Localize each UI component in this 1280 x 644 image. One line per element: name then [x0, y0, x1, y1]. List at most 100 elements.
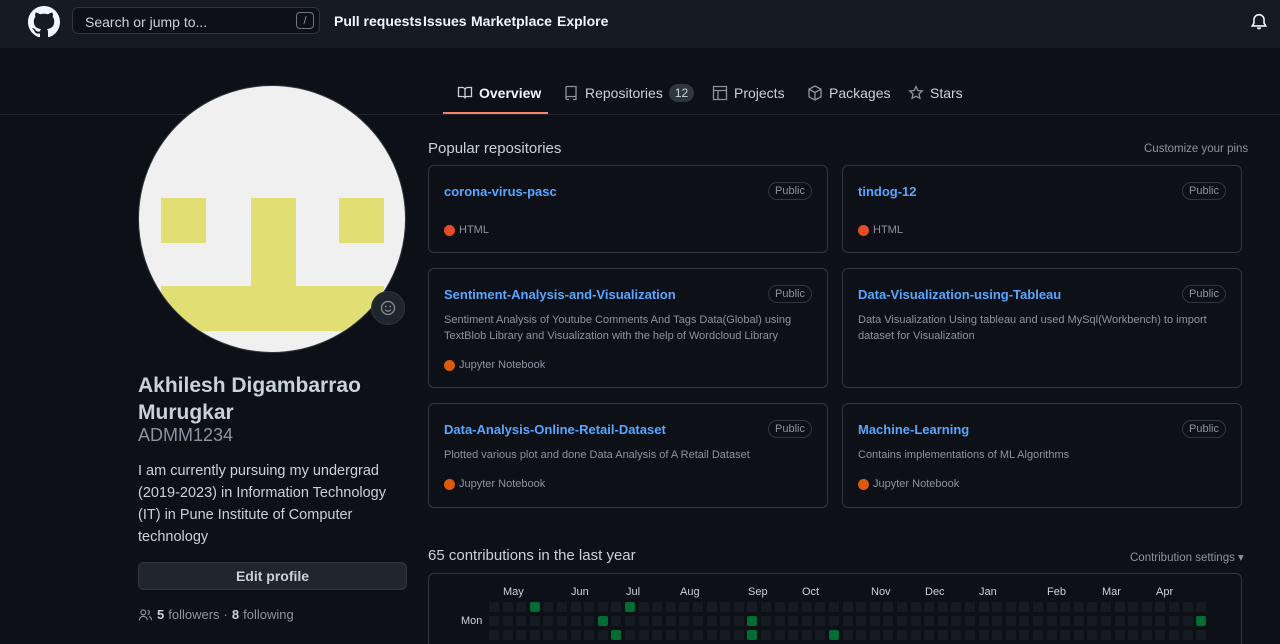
contribution-day-cell[interactable] [1196, 630, 1207, 640]
edit-profile-button[interactable]: Edit profile [138, 562, 407, 590]
contribution-day-cell[interactable] [951, 602, 962, 612]
contribution-day-cell[interactable] [924, 616, 935, 626]
notifications-bell-icon[interactable] [1250, 12, 1268, 32]
contribution-day-cell[interactable] [965, 630, 975, 640]
contribution-day-cell[interactable] [1196, 616, 1207, 626]
repo-name-link[interactable]: Machine-Learning [858, 422, 969, 437]
contribution-day-cell[interactable] [611, 602, 622, 612]
contribution-day-cell[interactable] [652, 616, 663, 626]
contribution-day-cell[interactable] [584, 616, 595, 626]
contribution-day-cell[interactable] [869, 630, 880, 640]
contribution-day-cell[interactable] [1101, 616, 1111, 626]
contribution-day-cell[interactable] [611, 630, 622, 640]
contribution-day-cell[interactable] [1087, 616, 1098, 626]
contribution-day-cell[interactable] [1155, 602, 1166, 612]
repo-name-link[interactable]: corona-virus-pasc [444, 184, 557, 199]
contribution-day-cell[interactable] [557, 616, 567, 626]
contribution-day-cell[interactable] [951, 630, 962, 640]
avatar[interactable] [138, 85, 406, 353]
contribution-day-cell[interactable] [815, 616, 826, 626]
nav-pull-requests[interactable]: Pull requests [334, 13, 422, 29]
contribution-day-cell[interactable] [1101, 602, 1111, 612]
contribution-day-cell[interactable] [761, 616, 771, 626]
contribution-day-cell[interactable] [1169, 630, 1179, 640]
contribution-day-cell[interactable] [665, 616, 676, 626]
contribution-day-cell[interactable] [829, 630, 839, 640]
contribution-day-cell[interactable] [529, 630, 540, 640]
contribution-day-cell[interactable] [1182, 630, 1193, 640]
contribution-day-cell[interactable] [1060, 630, 1071, 640]
contribution-day-cell[interactable] [1101, 630, 1111, 640]
contribution-day-cell[interactable] [693, 616, 703, 626]
contribution-day-cell[interactable] [706, 630, 717, 640]
contribution-day-cell[interactable] [774, 616, 785, 626]
contribution-day-cell[interactable] [570, 630, 581, 640]
contribution-day-cell[interactable] [1019, 616, 1030, 626]
followers-label[interactable]: followers [168, 607, 219, 622]
contribution-day-cell[interactable] [1033, 616, 1043, 626]
contribution-day-cell[interactable] [924, 602, 935, 612]
contribution-day-cell[interactable] [788, 616, 799, 626]
contribution-day-cell[interactable] [1033, 602, 1043, 612]
contribution-day-cell[interactable] [992, 630, 1003, 640]
contribution-day-cell[interactable] [489, 616, 499, 626]
contribution-day-cell[interactable] [992, 616, 1003, 626]
contribution-day-cell[interactable] [978, 630, 989, 640]
contribution-day-cell[interactable] [842, 602, 853, 612]
contribution-day-cell[interactable] [801, 630, 812, 640]
contribution-day-cell[interactable] [774, 602, 785, 612]
contribution-day-cell[interactable] [978, 602, 989, 612]
contribution-day-cell[interactable] [1005, 630, 1016, 640]
contribution-day-cell[interactable] [1073, 630, 1084, 640]
contribution-day-cell[interactable] [733, 616, 744, 626]
contribution-day-cell[interactable] [543, 616, 554, 626]
contribution-day-cell[interactable] [842, 616, 853, 626]
repo-name-link[interactable]: Data-Analysis-Online-Retail-Dataset [444, 422, 666, 437]
contribution-day-cell[interactable] [1046, 616, 1057, 626]
contribution-day-cell[interactable] [557, 630, 567, 640]
repo-name-link[interactable]: Data-Visualization-using-Tableau [858, 287, 1061, 302]
following-count[interactable]: 8 [232, 607, 239, 622]
contribution-day-cell[interactable] [910, 630, 921, 640]
contribution-day-cell[interactable] [1033, 630, 1043, 640]
followers-count[interactable]: 5 [157, 607, 164, 622]
contribution-day-cell[interactable] [516, 630, 527, 640]
contribution-day-cell[interactable] [992, 602, 1003, 612]
contribution-day-cell[interactable] [856, 602, 867, 612]
contribution-day-cell[interactable] [625, 602, 635, 612]
contribution-day-cell[interactable] [910, 616, 921, 626]
nav-explore[interactable]: Explore [557, 13, 608, 29]
contribution-day-cell[interactable] [815, 630, 826, 640]
contribution-day-cell[interactable] [1019, 630, 1030, 640]
contribution-day-cell[interactable] [1087, 630, 1098, 640]
repo-name-link[interactable]: tindog-12 [858, 184, 917, 199]
contribution-day-cell[interactable] [1169, 602, 1179, 612]
contribution-day-cell[interactable] [924, 630, 935, 640]
contribution-day-cell[interactable] [1046, 602, 1057, 612]
contribution-day-cell[interactable] [1155, 630, 1166, 640]
contribution-day-cell[interactable] [883, 602, 894, 612]
contribution-day-cell[interactable] [706, 602, 717, 612]
contribution-day-cell[interactable] [720, 630, 731, 640]
contribution-day-cell[interactable] [1114, 616, 1125, 626]
contribution-day-cell[interactable] [829, 616, 839, 626]
contribution-day-cell[interactable] [733, 630, 744, 640]
tab-packages[interactable]: Packages [807, 70, 890, 115]
contribution-day-cell[interactable] [611, 616, 622, 626]
contribution-day-cell[interactable] [693, 602, 703, 612]
nav-marketplace[interactable]: Marketplace [471, 13, 552, 29]
contribution-day-cell[interactable] [978, 616, 989, 626]
contribution-day-cell[interactable] [720, 602, 731, 612]
contribution-day-cell[interactable] [625, 616, 635, 626]
contribution-day-cell[interactable] [638, 602, 649, 612]
contribution-day-cell[interactable] [706, 616, 717, 626]
contribution-day-cell[interactable] [856, 630, 867, 640]
contribution-day-cell[interactable] [951, 616, 962, 626]
contribution-day-cell[interactable] [965, 602, 975, 612]
contribution-day-cell[interactable] [1060, 616, 1071, 626]
contribution-day-cell[interactable] [543, 602, 554, 612]
contribution-day-cell[interactable] [489, 630, 499, 640]
contribution-day-cell[interactable] [1114, 630, 1125, 640]
contribution-day-cell[interactable] [502, 630, 513, 640]
contribution-day-cell[interactable] [516, 616, 527, 626]
